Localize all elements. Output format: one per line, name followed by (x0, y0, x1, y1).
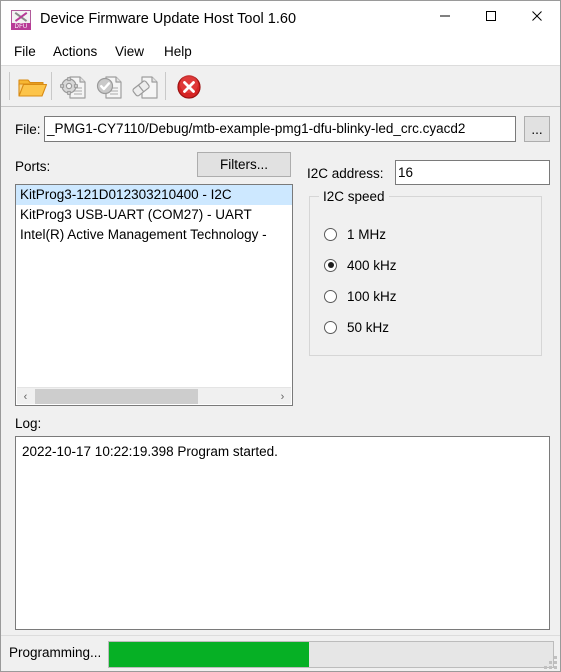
status-bar: Programming... (1, 635, 560, 671)
window-title: Device Firmware Update Host Tool 1.60 (40, 11, 297, 27)
ports-horizontal-scrollbar[interactable]: ‹ › (17, 387, 291, 404)
maximize-icon (486, 11, 496, 21)
toolbar-separator (165, 72, 166, 100)
scroll-right-icon[interactable]: › (274, 388, 291, 405)
i2c-speed-group: I2C speed 1 MHz 400 kHz 100 kHz 50 kHz (309, 189, 542, 356)
file-label: File: (15, 122, 41, 137)
close-icon (532, 11, 542, 21)
menu-item-help[interactable]: Help (158, 42, 198, 62)
app-icon-label: DFU (14, 24, 28, 30)
filters-button[interactable]: Filters... (197, 152, 291, 177)
progress-bar (108, 641, 554, 668)
radio-400khz[interactable]: 400 kHz (324, 255, 397, 275)
ports-list[interactable]: KitProg3-121D012303210400 - I2C KitProg3… (15, 184, 293, 406)
i2c-address-label: I2C address: (307, 166, 384, 181)
radio-1mhz[interactable]: 1 MHz (324, 224, 386, 244)
status-text: Programming... (9, 645, 102, 660)
erase-document-icon (132, 76, 158, 99)
radio-label: 100 kHz (347, 288, 397, 304)
resize-grip[interactable] (544, 656, 558, 669)
log-output[interactable]: 2022-10-17 10:22:19.398 Program started. (15, 436, 550, 630)
toolbar (1, 65, 560, 107)
scroll-left-icon[interactable]: ‹ (17, 388, 34, 405)
list-item[interactable]: Intel(R) Active Management Technology - (16, 225, 292, 245)
i2c-speed-group-label: I2C speed (319, 189, 389, 204)
toolbar-separator (9, 72, 10, 100)
abort-icon (177, 75, 201, 99)
verify-button[interactable] (93, 71, 125, 103)
list-item[interactable]: KitProg3-121D012303210400 - I2C (16, 185, 292, 205)
abort-button[interactable] (173, 71, 205, 103)
radio-icon (324, 320, 337, 334)
radio-label: 50 kHz (347, 319, 390, 335)
radio-icon (324, 227, 337, 241)
maximize-button[interactable] (468, 1, 514, 31)
dfu-app-icon: DFU (11, 10, 31, 30)
open-file-icon (18, 79, 47, 97)
progress-bar-fill (109, 642, 309, 667)
radio-label: 400 kHz (347, 257, 397, 273)
app-window: DFU Device Firmware Update Host Tool 1.6… (0, 0, 561, 672)
radio-label: 1 MHz (347, 226, 387, 242)
verify-document-icon (96, 76, 122, 99)
radio-icon (324, 289, 337, 303)
browse-file-button[interactable]: ... (524, 116, 550, 142)
ports-label: Ports: (15, 159, 51, 174)
erase-button[interactable] (129, 71, 161, 103)
program-document-icon (60, 76, 86, 99)
toolbar-separator (51, 72, 52, 100)
i2c-address-input[interactable]: 16 (395, 160, 550, 185)
file-path-input[interactable]: _PMG1-CY7110/Debug/mtb-example-pmg1-dfu-… (44, 116, 516, 142)
scrollbar-thumb[interactable] (35, 389, 198, 404)
list-item[interactable]: KitProg3 USB-UART (COM27) - UART (16, 205, 292, 225)
menu-item-actions[interactable]: Actions (47, 42, 103, 62)
radio-icon-selected (324, 258, 337, 272)
log-label: Log: (15, 416, 42, 431)
program-button[interactable] (57, 71, 89, 103)
title-bar: DFU Device Firmware Update Host Tool 1.6… (1, 1, 560, 39)
radio-50khz[interactable]: 50 kHz (324, 317, 389, 337)
close-button[interactable] (514, 1, 560, 31)
minimize-icon (440, 15, 450, 17)
menu-item-view[interactable]: View (109, 42, 150, 62)
radio-100khz[interactable]: 100 kHz (324, 286, 397, 306)
log-line: 2022-10-17 10:22:19.398 Program started. (22, 444, 278, 459)
minimize-button[interactable] (422, 1, 468, 31)
menu-item-file[interactable]: File (8, 42, 42, 62)
open-file-button[interactable] (15, 71, 47, 103)
menu-bar: File Actions View Help (1, 39, 560, 65)
